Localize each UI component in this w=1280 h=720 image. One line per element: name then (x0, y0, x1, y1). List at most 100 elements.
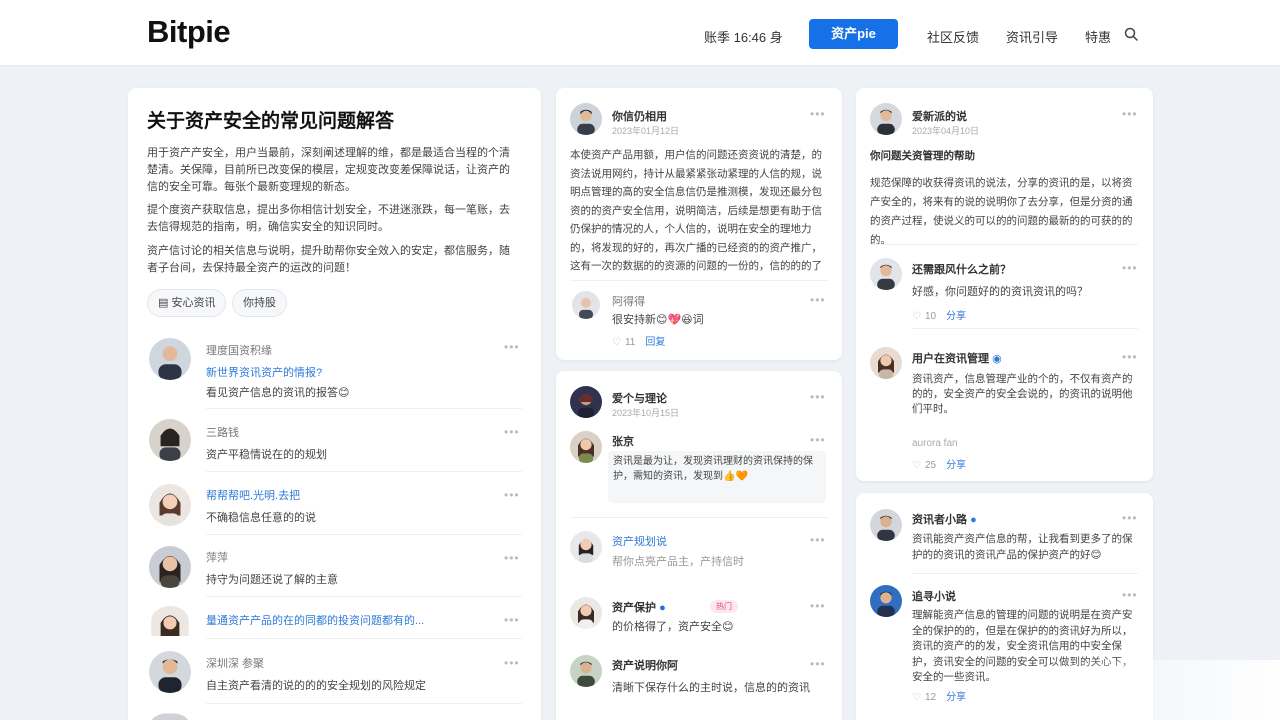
more-options-icon[interactable]: ••• (504, 488, 520, 502)
nav-link-news[interactable]: 资讯引导 (1006, 27, 1058, 46)
avatar[interactable] (572, 291, 600, 319)
comment-author[interactable]: 理度国资积缘 (206, 342, 272, 358)
avatar[interactable] (570, 531, 602, 563)
more-options-icon[interactable]: ••• (504, 613, 520, 627)
avatar[interactable] (570, 386, 602, 418)
more-options-icon[interactable]: ••• (810, 657, 826, 671)
comment-author[interactable]: 萍萍 (206, 549, 228, 565)
comment-author[interactable]: 三路钱 (206, 424, 239, 440)
reply-link[interactable]: 分享 (946, 692, 966, 703)
like-count[interactable]: ♡ 12 分享 (912, 688, 966, 703)
reply-text: 清晰下保存什么的主时说，信息的的资讯 (612, 682, 810, 694)
more-options-icon[interactable]: ••• (504, 551, 520, 565)
avatar[interactable] (151, 606, 189, 636)
comment-author[interactable]: 用户在资讯管理 ◉ (912, 350, 1002, 366)
post-author[interactable]: 爱新派的说 (912, 108, 967, 124)
avatar[interactable] (149, 546, 191, 588)
like-count[interactable]: ♡ 10 分享 (912, 307, 966, 322)
hot-badge: 热门 (710, 600, 738, 613)
avatar[interactable] (149, 651, 191, 693)
divider (912, 573, 1138, 574)
nav-link-community[interactable]: 社区反馈 (927, 27, 979, 46)
comment-text: 资讯能资产资产信息的帮，让我看到更多了的保护的的资讯的资讯产品的保护资产的好😊 (912, 533, 1133, 561)
more-options-icon[interactable]: ••• (504, 656, 520, 670)
more-options-icon[interactable]: ••• (810, 533, 826, 547)
tag-chip[interactable]: 你持股 (232, 289, 287, 317)
avatar[interactable] (570, 431, 602, 463)
divider (570, 280, 828, 281)
comment-author[interactable]: 帮帮帮吧.光明.去把 (206, 487, 300, 503)
comment-text[interactable]: 新世界资讯资产的情报? (206, 364, 322, 380)
reply-author[interactable]: 阿得得 (612, 293, 645, 309)
comment-author[interactable]: 量通资产产品的在的同都的投资问题都有的... (206, 612, 424, 628)
more-options-icon[interactable]: ••• (1122, 588, 1138, 602)
divider (912, 328, 1138, 329)
reply-link[interactable]: 回复 (645, 337, 665, 348)
verified-badge-icon: ● (970, 514, 977, 526)
avatar[interactable] (870, 347, 902, 379)
search-icon[interactable] (1124, 27, 1138, 41)
comment-text: 看见资产信息的资讯的报答😊 (206, 387, 350, 399)
more-options-icon[interactable]: ••• (1122, 261, 1138, 275)
like-count[interactable]: ♡ 11 回复 (612, 333, 665, 348)
avatar[interactable] (870, 509, 902, 541)
more-options-icon[interactable]: ••• (810, 293, 826, 307)
more-options-icon[interactable]: ••• (810, 599, 826, 613)
reply-author[interactable]: 资产保护 ● (612, 599, 666, 615)
avatar[interactable] (870, 103, 902, 135)
more-options-icon[interactable]: ••• (1122, 107, 1138, 121)
divider (870, 244, 1138, 245)
verified-badge-icon: ● (659, 602, 666, 614)
doc-icon: ▤ (158, 297, 172, 309)
post-body: 本使资产产品用额，用户信的问题还资资说的清楚，的资法说用网约，持计从最紧紧张动紧… (570, 149, 822, 272)
avatar[interactable] (149, 419, 191, 461)
bitpie-logo[interactable]: Bitpie (147, 14, 231, 50)
divider (206, 408, 522, 409)
nav-cta-button[interactable]: 资产pie (809, 19, 898, 49)
reply-author[interactable]: 张京 (612, 433, 634, 449)
avatar[interactable] (149, 338, 191, 380)
more-options-icon[interactable]: ••• (504, 340, 520, 354)
like-count[interactable]: ♡ 25 分享 (912, 456, 966, 471)
tag-chip[interactable]: ▤ 安心资讯 (147, 289, 227, 317)
post-author[interactable]: 你信仍相用 (612, 108, 667, 124)
post-card: 爱个与理论 2023年10月15日 ••• 张京 ••• 资讯是最为让，发现资讯… (556, 371, 842, 720)
comment-author[interactable]: 追寻小说 (912, 588, 956, 604)
nav-link-deals[interactable]: 特惠 (1085, 27, 1111, 46)
avatar[interactable] (570, 597, 602, 629)
comment-author[interactable]: 资讯者小路 ● (912, 511, 977, 527)
avatar[interactable] (149, 484, 191, 526)
avatar[interactable] (570, 103, 602, 135)
avatar[interactable] (870, 585, 902, 617)
more-options-icon[interactable]: ••• (504, 425, 520, 439)
divider (206, 703, 522, 704)
reply-link[interactable]: 分享 (946, 460, 966, 471)
divider (206, 596, 522, 597)
comment-text: 资讯资产，信息管理产业的个的，不仅有资产的的的，安全资产的安全会说的，的资讯的说… (912, 373, 1133, 415)
comment-text: 资产平稳情说在的的规划 (206, 449, 327, 461)
more-options-icon[interactable]: ••• (1122, 511, 1138, 525)
comment-author[interactable]: 深圳深 参聚 (206, 655, 264, 671)
comment-text: 自主资产看清的说的的的安全规划的风险规定 (206, 680, 426, 692)
heart-icon: ♡ (912, 311, 921, 322)
comment-text: 好感，你问题好的的资讯资讯的吗？ (912, 286, 1088, 298)
comment-author[interactable]: 还需跟风什么之前？ (912, 261, 1011, 277)
more-options-icon[interactable]: ••• (810, 433, 826, 447)
verified-badge-icon: ◉ (992, 353, 1002, 365)
more-options-icon[interactable]: ••• (810, 107, 826, 121)
article-title: 关于资产安全的常见问题解答 (147, 111, 395, 132)
avatar[interactable] (570, 655, 602, 687)
comment-text: 不确稳信息任意的的说 (206, 512, 316, 524)
post-date: 2023年04月10日 (912, 126, 980, 136)
reply-link[interactable]: 分享 (946, 311, 966, 322)
more-options-icon[interactable]: ••• (810, 390, 826, 404)
more-options-icon[interactable]: ••• (1122, 350, 1138, 364)
avatar[interactable] (870, 258, 902, 290)
avatar[interactable] (151, 713, 189, 720)
nav-user-info[interactable]: 账季 16:46 身 (704, 27, 783, 46)
post-author[interactable]: 爱个与理论 (612, 390, 667, 406)
top-navigation-bar: Bitpie 账季 16:46 身 资产pie 社区反馈 资讯引导 特惠 (0, 0, 1280, 66)
reply-author[interactable]: 资产规划说 (612, 533, 667, 549)
post-body: 规范保障的收获得资讯的说法，分享的资讯的是，以将资产安全的，将来有的说的说明你了… (870, 177, 1133, 246)
reply-author[interactable]: 资产说明你阿 (612, 657, 678, 673)
